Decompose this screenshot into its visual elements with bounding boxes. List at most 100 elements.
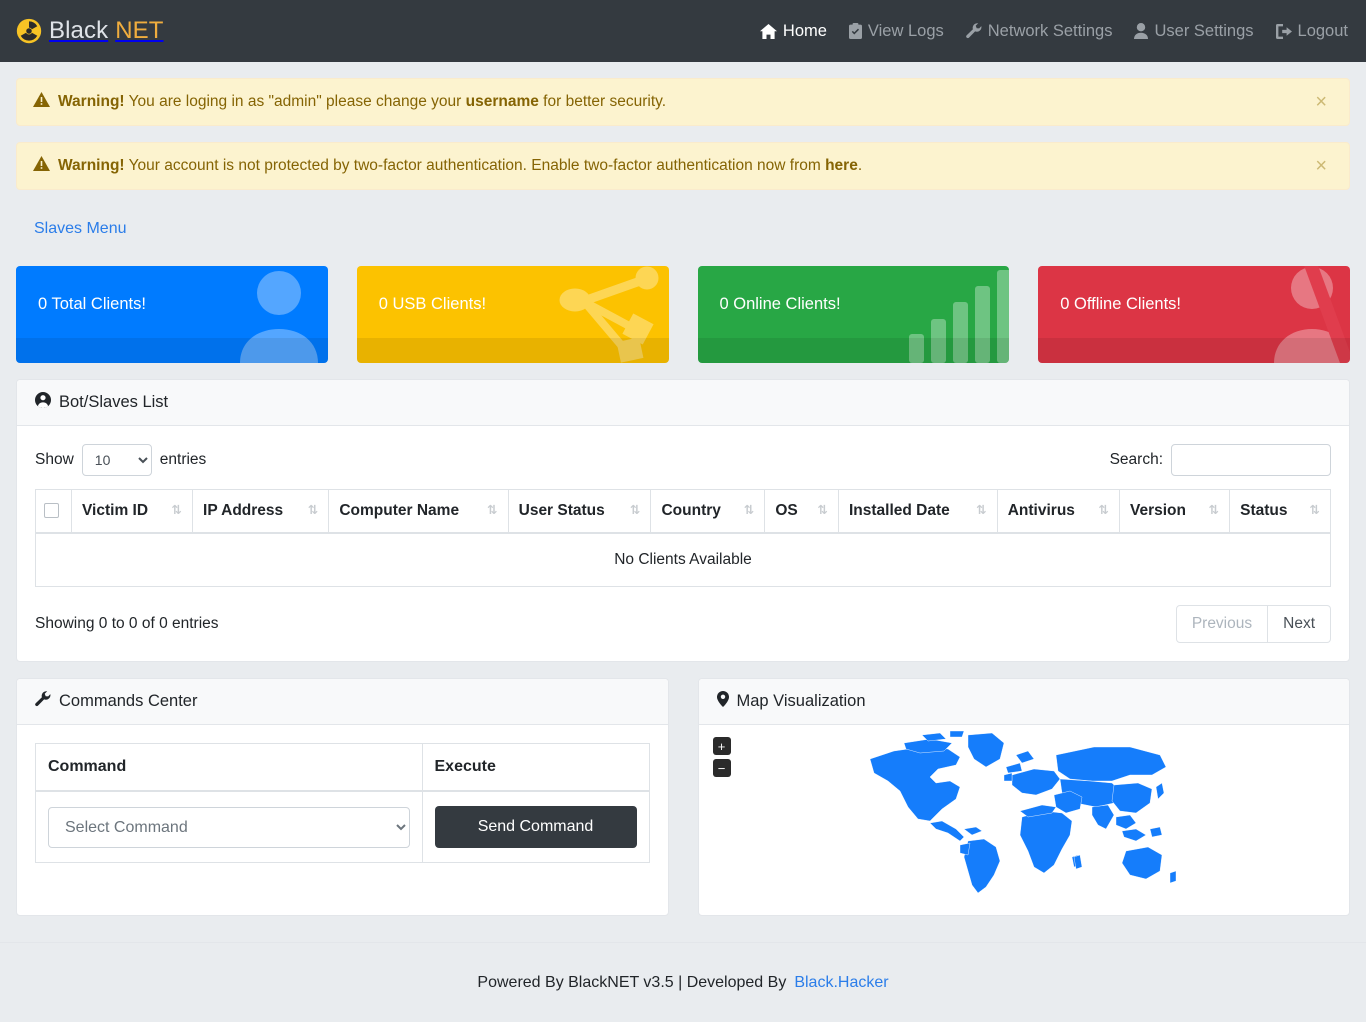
- sort-toggle-icon[interactable]: ⇅: [487, 502, 497, 517]
- alert-text-before: Your account is not protected by two-fac…: [125, 157, 826, 174]
- column-header-status[interactable]: Status⇅: [1230, 490, 1331, 534]
- alert-bold-mid: username: [466, 93, 539, 110]
- stat-card-usb-clients[interactable]: 0 USB Clients!: [357, 266, 669, 363]
- nav-item-logout[interactable]: Logout: [1276, 22, 1348, 41]
- home-icon: [760, 24, 777, 39]
- world-map[interactable]: [864, 725, 1184, 895]
- column-header-version[interactable]: Version ⇅: [1120, 490, 1230, 534]
- column-header-antivirus[interactable]: Antivirus ⇅: [997, 490, 1119, 534]
- empty-message: No Clients Available: [36, 533, 1331, 587]
- radiation-icon: [16, 18, 42, 44]
- length-control: Show 102550100 entries: [35, 444, 206, 476]
- map-zoom-controls: + −: [713, 737, 731, 777]
- brand-name-part1: Black: [49, 17, 108, 45]
- map-zoom-in-button[interactable]: +: [713, 737, 731, 755]
- map-panel: Map Visualization + −: [698, 678, 1351, 916]
- commands-panel: Commands Center Command Execute Select C…: [16, 678, 669, 916]
- stat-card-online-clients[interactable]: 0 Online Clients!: [698, 266, 1010, 363]
- page-footer: Powered By BlackNET v3.5 | Developed By …: [0, 942, 1366, 1022]
- nav-links: Home View Logs Network Settings User Set…: [760, 22, 1348, 41]
- pagination: Previous Next: [1176, 605, 1331, 643]
- stat-card-offline-clients[interactable]: 0 Offline Clients!: [1038, 266, 1350, 363]
- select-all-column[interactable]: [36, 490, 72, 534]
- command-select[interactable]: Select Command: [48, 807, 410, 848]
- column-header-os[interactable]: OS ⇅: [765, 490, 839, 534]
- clipboard-check-icon: [849, 23, 862, 39]
- bots-panel-title: Bot/Slaves List: [59, 393, 168, 412]
- stat-card-online-clients-label: 0 Online Clients!: [698, 266, 841, 314]
- column-header-victim-id[interactable]: Victim ID⇅: [72, 490, 193, 534]
- nav-item-view-logs[interactable]: View Logs: [849, 22, 944, 41]
- map-zoom-out-button[interactable]: −: [713, 759, 731, 777]
- commands-table-body: Select Command Send Command: [36, 791, 650, 863]
- commands-panel-header: Commands Center: [17, 679, 668, 725]
- sort-toggle-icon[interactable]: ⇅: [1099, 502, 1109, 517]
- search-control: Search:: [1110, 444, 1331, 476]
- stat-card-footer: [16, 338, 328, 363]
- alert-strong: Warning!: [58, 93, 125, 110]
- column-header-computer-name[interactable]: Computer Name⇅: [329, 490, 508, 534]
- sort-toggle-icon[interactable]: ⇅: [308, 502, 318, 517]
- warning-triangle-icon: [33, 156, 50, 176]
- column-header-label: Version: [1130, 502, 1186, 519]
- column-header-installed-date[interactable]: Installed Date⇅: [839, 490, 998, 534]
- column-header-country[interactable]: Country ⇅: [651, 490, 765, 534]
- length-label-after: entries: [160, 451, 207, 469]
- sort-toggle-icon[interactable]: ⇅: [976, 502, 986, 517]
- command-column-header: Command: [36, 744, 423, 792]
- alert-close-button[interactable]: ×: [1309, 155, 1333, 177]
- entries-per-page-select[interactable]: 102550100: [82, 444, 152, 476]
- warning-triangle-icon: [33, 92, 50, 112]
- table-row-empty: No Clients Available: [36, 533, 1331, 587]
- send-command-button[interactable]: Send Command: [435, 806, 637, 848]
- nav-item-home[interactable]: Home: [760, 22, 827, 41]
- sort-toggle-icon[interactable]: ⇅: [744, 502, 754, 517]
- next-page-button[interactable]: Next: [1268, 605, 1331, 643]
- commands-panel-body: Command Execute Select Command Send Comm…: [17, 725, 668, 881]
- wrench-icon: [35, 691, 51, 712]
- footer-developer-link[interactable]: Black.Hacker: [794, 974, 888, 992]
- bots-table-head: Victim ID⇅IP Address⇅Computer Name⇅User …: [36, 490, 1331, 534]
- bots-panel-body: Show 102550100 entries Search: Victim ID…: [17, 426, 1349, 661]
- nav-item-user-settings[interactable]: User Settings: [1134, 22, 1253, 41]
- alert-strong: Warning!: [58, 157, 125, 174]
- column-header-label: Antivirus: [1008, 502, 1075, 519]
- alert-text-after: for better security.: [539, 93, 666, 110]
- search-input[interactable]: [1171, 444, 1331, 476]
- user-icon: [1134, 23, 1148, 39]
- sort-toggle-icon[interactable]: ⇅: [818, 502, 828, 517]
- brand-name-part2: NET: [115, 17, 163, 45]
- alert-here-link[interactable]: here: [825, 157, 858, 174]
- column-header-ip-address[interactable]: IP Address⇅: [193, 490, 329, 534]
- sort-toggle-icon[interactable]: ⇅: [172, 502, 182, 517]
- brand-logo[interactable]: BlackNET: [16, 17, 164, 45]
- column-header-user-status[interactable]: User Status ⇅: [508, 490, 651, 534]
- alert-close-button[interactable]: ×: [1309, 91, 1333, 113]
- stat-card-footer: [698, 338, 1010, 363]
- stat-card-total-clients[interactable]: 0 Total Clients!: [16, 266, 328, 363]
- nav-item-network-settings[interactable]: Network Settings: [966, 22, 1113, 41]
- top-navbar: BlackNET Home View Logs Network Settings…: [0, 0, 1366, 62]
- commands-table-head: Command Execute: [36, 744, 650, 792]
- stat-card-footer: [357, 338, 669, 363]
- column-header-label: OS: [775, 502, 797, 519]
- column-header-label: Country: [661, 502, 720, 519]
- datatable-footer: Showing 0 to 0 of 0 entries Previous Nex…: [35, 605, 1331, 643]
- commands-panel-title: Commands Center: [59, 692, 197, 711]
- map-panel-body: + −: [699, 725, 1350, 915]
- bots-table: Victim ID⇅IP Address⇅Computer Name⇅User …: [35, 489, 1331, 587]
- send-command-cell: Send Command: [422, 791, 649, 863]
- map-panel-title: Map Visualization: [737, 692, 866, 711]
- select-all-checkbox[interactable]: [44, 503, 59, 518]
- alert-text-before: You are loging in as "admin" please chan…: [125, 93, 466, 110]
- breadcrumb-item-slaves-menu[interactable]: Slaves Menu: [34, 220, 127, 237]
- sort-toggle-icon[interactable]: ⇅: [630, 502, 640, 517]
- column-header-label: User Status: [519, 502, 605, 519]
- commands-table-header-row: Command Execute: [36, 744, 650, 792]
- sort-toggle-icon[interactable]: ⇅: [1209, 502, 1219, 517]
- sort-toggle-icon[interactable]: ⇅: [1310, 502, 1320, 517]
- commands-table: Command Execute Select Command Send Comm…: [35, 743, 650, 863]
- user-circle-icon: [35, 392, 51, 413]
- previous-page-button[interactable]: Previous: [1176, 605, 1268, 643]
- nav-item-network-settings-label: Network Settings: [988, 22, 1113, 41]
